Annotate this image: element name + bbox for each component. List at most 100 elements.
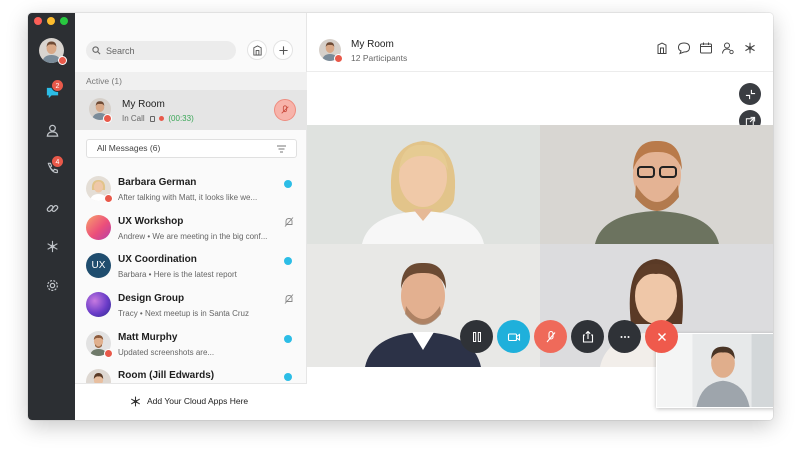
- cloud-apps-label: Add Your Cloud Apps Here: [147, 396, 249, 406]
- mute-toggle-button[interactable]: [274, 99, 296, 121]
- participant-video: [307, 125, 540, 244]
- meeting-room-button[interactable]: [247, 40, 267, 60]
- conversation-name: Room (Jill Edwards): [118, 370, 215, 381]
- space-avatar: UX: [86, 253, 111, 278]
- conversation-preview: Barbara • Here is the latest report: [118, 270, 237, 279]
- add-cloud-apps-button[interactable]: Add Your Cloud Apps Here: [75, 383, 307, 420]
- add-button[interactable]: [273, 40, 293, 60]
- active-call-row[interactable]: My Room In Call (00:33): [75, 90, 307, 130]
- conversation-pane: Active (1) My Room In Call (00:33) All M…: [75, 13, 307, 420]
- muted-bell-icon: [284, 217, 294, 227]
- presence-indicator: [103, 114, 112, 123]
- conversation-item[interactable]: Matt Murphy Updated screenshots are...: [75, 328, 307, 366]
- presence-indicator: [104, 194, 113, 203]
- lock-icon: [149, 116, 155, 122]
- conversation-name: UX Workshop: [118, 216, 184, 227]
- maximize-window-button[interactable]: [60, 17, 68, 25]
- presence-indicator: [334, 54, 343, 63]
- pause-icon: [472, 331, 481, 342]
- hub-icon: [745, 42, 755, 54]
- conversation-item[interactable]: Design Group Tracy • Next meetup is in S…: [75, 289, 307, 327]
- person-settings-icon: [722, 42, 734, 55]
- people-button[interactable]: [721, 41, 735, 55]
- hub-icon: [46, 240, 58, 252]
- conversation-preview: Tracy • Next meetup is in Santa Cruz: [118, 309, 249, 318]
- messages-badge: 2: [51, 79, 64, 92]
- left-rail: 2 4: [28, 13, 75, 420]
- microphone-muted-icon: [281, 105, 289, 114]
- active-room-name: My Room: [122, 99, 165, 110]
- unread-indicator: [284, 335, 292, 343]
- gear-icon: [46, 279, 58, 291]
- room-icon: [252, 44, 262, 56]
- links-button[interactable]: [40, 197, 64, 219]
- schedule-button[interactable]: [699, 41, 713, 55]
- message-filter-dropdown[interactable]: All Messages (6): [86, 139, 297, 158]
- space-avatar: [86, 292, 111, 317]
- recording-dot-icon: [159, 116, 165, 121]
- camera-icon: [507, 332, 520, 341]
- end-call-button[interactable]: [645, 320, 678, 353]
- minimize-window-button[interactable]: [47, 17, 55, 25]
- mute-button[interactable]: [534, 320, 567, 353]
- conversation-name: Matt Murphy: [118, 332, 178, 343]
- call-duration: (00:33): [168, 114, 194, 123]
- close-icon: [657, 332, 666, 341]
- ellipsis-icon: [620, 335, 629, 338]
- room-header: My Room 12 Participants: [307, 13, 773, 72]
- presence-indicator: [58, 56, 67, 65]
- participant-video: [540, 125, 773, 244]
- call-status-text: In Call: [122, 114, 145, 123]
- video-toggle-button[interactable]: [497, 320, 530, 353]
- contact-avatar: [86, 369, 111, 383]
- conversation-preview: Updated screenshots are...: [118, 348, 215, 357]
- conversation-item[interactable]: UX Workshop Andrew • We are meeting in t…: [75, 212, 307, 250]
- hub-icon: [131, 396, 140, 407]
- person-icon: [46, 124, 58, 137]
- room-info-button[interactable]: [655, 41, 669, 55]
- calendar-icon: [700, 42, 712, 54]
- conversation-item[interactable]: Room (Jill Edwards): [75, 366, 307, 383]
- filter-icon: [277, 145, 286, 153]
- plus-icon: [278, 45, 288, 55]
- apps-button[interactable]: [743, 41, 757, 55]
- link-icon: [46, 204, 58, 212]
- active-section-header: Active (1): [75, 72, 307, 90]
- meeting-area: My Room 12 Participants: [307, 13, 773, 420]
- muted-bell-icon: [284, 294, 294, 304]
- filter-label: All Messages (6): [97, 143, 161, 153]
- video-tile[interactable]: [307, 125, 540, 244]
- avatar-initials: UX: [91, 260, 106, 271]
- room-icon: [657, 42, 667, 54]
- microphone-muted-icon: [546, 330, 555, 342]
- video-tile[interactable]: [540, 125, 773, 244]
- settings-button[interactable]: [40, 274, 64, 296]
- room-title: My Room: [351, 39, 394, 50]
- search-icon: [92, 46, 101, 55]
- unread-indicator: [284, 257, 292, 265]
- space-avatar: [86, 215, 111, 240]
- chat-bubble-icon: [677, 42, 691, 55]
- hold-button[interactable]: [460, 320, 493, 353]
- conversation-name: Barbara German: [118, 177, 197, 188]
- share-icon: [582, 330, 593, 343]
- calls-badge: 4: [51, 155, 64, 168]
- close-window-button[interactable]: [34, 17, 42, 25]
- conversation-item[interactable]: UX UX Coordination Barbara • Here is the…: [75, 250, 307, 288]
- more-options-button[interactable]: [608, 320, 641, 353]
- unread-indicator: [284, 180, 292, 188]
- desktop: 2 4 Active (1): [0, 0, 800, 462]
- share-screen-button[interactable]: [571, 320, 604, 353]
- apps-button[interactable]: [40, 235, 64, 257]
- search-input[interactable]: [86, 41, 236, 60]
- conversation-item[interactable]: Barbara German After talking with Matt, …: [75, 173, 307, 211]
- conversation-name: UX Coordination: [118, 254, 197, 265]
- conversation-name: Design Group: [118, 293, 185, 304]
- minimize-video-button[interactable]: [739, 83, 761, 105]
- conversation-preview: After talking with Matt, it looks like w…: [118, 193, 258, 202]
- collapse-icon: [745, 89, 755, 99]
- messages-button[interactable]: [677, 41, 691, 55]
- contacts-button[interactable]: [40, 119, 64, 141]
- participant-count: 12 Participants: [351, 53, 408, 63]
- app-window: 2 4 Active (1): [28, 13, 773, 420]
